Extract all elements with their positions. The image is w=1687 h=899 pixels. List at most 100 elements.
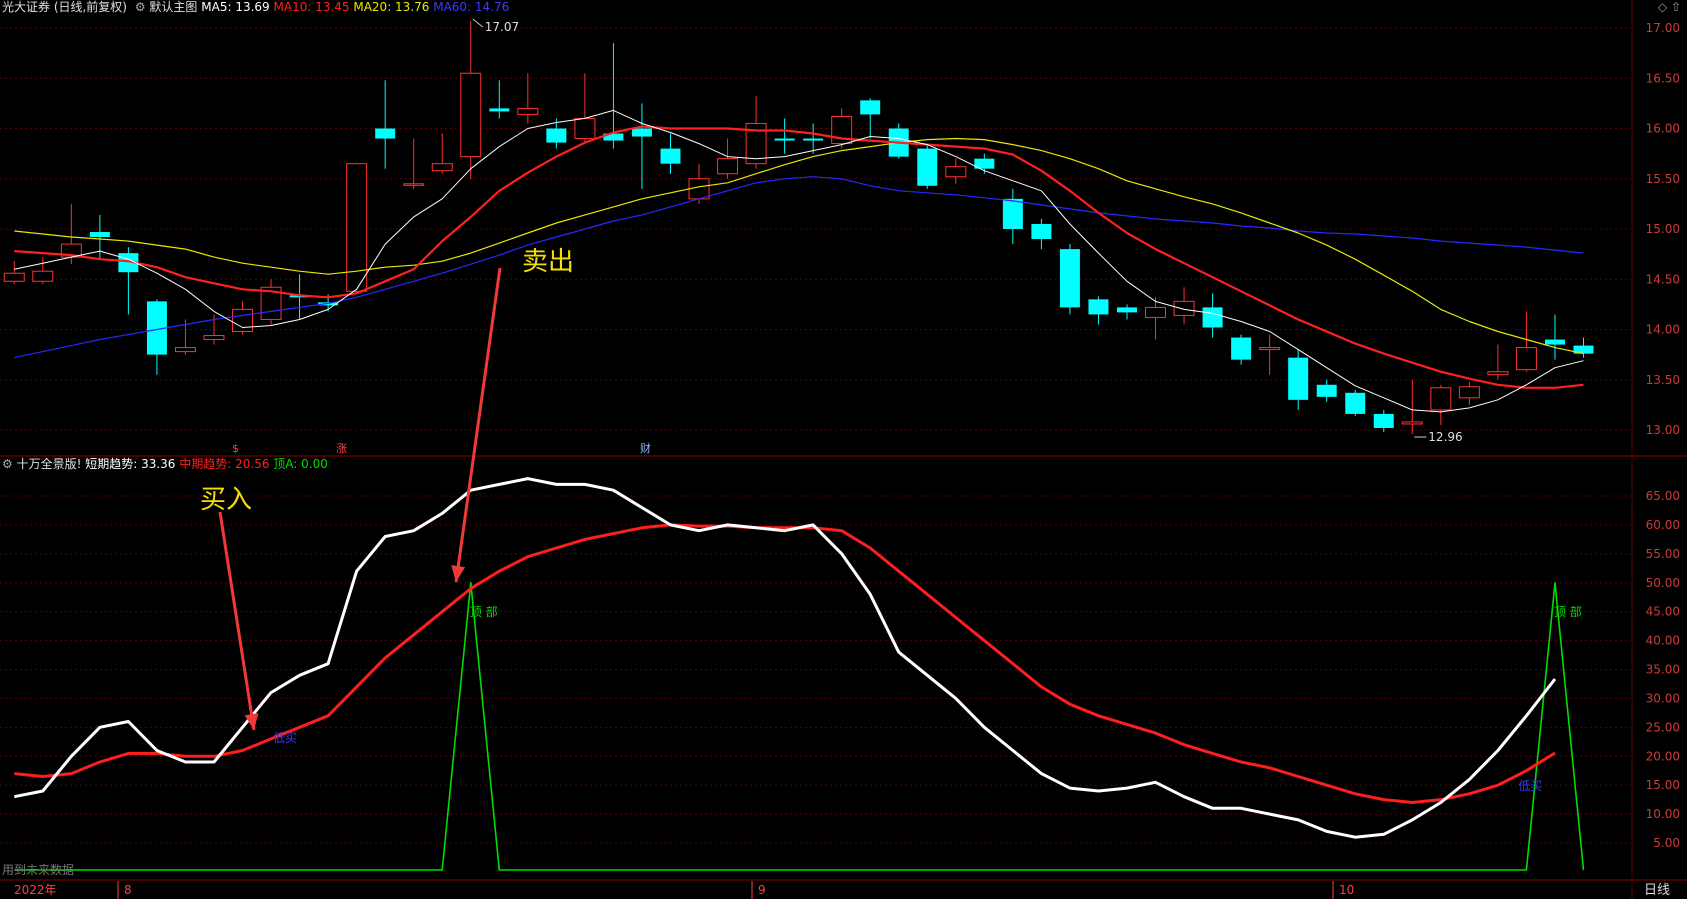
candle-body	[32, 270, 54, 282]
candle	[1002, 188, 1023, 245]
high-pointer	[472, 18, 484, 28]
candle	[232, 301, 254, 335]
candle-body	[1202, 307, 1223, 328]
settings-icon[interactable]: ⚙	[135, 0, 146, 14]
candle	[1487, 344, 1509, 380]
candle-body	[203, 335, 225, 341]
candle	[403, 138, 425, 189]
y-tick-label: 13.50	[1646, 373, 1680, 387]
candle-body	[89, 232, 110, 238]
candle	[1544, 314, 1565, 360]
candle-body	[1231, 337, 1252, 360]
y-tick-label: 13.00	[1646, 423, 1680, 437]
candle	[346, 163, 368, 295]
candle-body	[574, 117, 596, 140]
ma10-line	[14, 125, 1584, 389]
y-tick-label: 14.00	[1646, 323, 1680, 337]
y-tick-label: 45.00	[1646, 605, 1680, 619]
candle	[431, 133, 453, 174]
candle-body	[403, 183, 425, 186]
y-tick-label: 10.00	[1646, 807, 1680, 821]
main-chart-header: 光大证券 (日线,前复权) ⚙ 默认主图 MA5: 13.69 MA10: 13…	[2, 0, 509, 14]
sell-arrow	[454, 267, 502, 583]
candle-body	[774, 138, 795, 141]
date-label: 9	[758, 883, 766, 897]
sub-chart-header: ⚙ 十万全景版! 短期趋势: 33.36 中期趋势: 20.56 顶A: 0.0…	[2, 457, 328, 471]
event-marker: 涨	[336, 442, 347, 455]
ma-label: MA60: 14.76	[429, 0, 510, 14]
stock-chart[interactable]: 17.00 16.50 16.00 15.50 15.00 14.50 14.00 13.50…	[0, 0, 1687, 899]
candle	[717, 138, 739, 179]
candle	[1031, 218, 1052, 250]
candle-body	[174, 347, 196, 353]
ma5-line	[14, 109, 1584, 413]
candle-body	[1031, 223, 1052, 240]
candle	[1259, 334, 1281, 375]
candle-body	[1145, 306, 1167, 318]
sell-arrow-head	[451, 565, 466, 582]
indicator-name[interactable]: 十万全景版!	[17, 457, 82, 471]
candle	[1088, 296, 1109, 325]
candle	[1316, 379, 1337, 402]
candle-body	[1401, 421, 1423, 425]
y-tick-label: 17.00	[1646, 21, 1680, 35]
future-data-note: 用到未来数据	[2, 862, 74, 877]
candle	[1430, 384, 1452, 425]
y-tick-label: 14.50	[1646, 272, 1680, 286]
candle-body	[1544, 339, 1565, 345]
candle	[1573, 337, 1594, 358]
y-tick-label: 60.00	[1646, 518, 1680, 532]
candle-body	[631, 128, 652, 137]
date-label: 10	[1339, 883, 1354, 897]
y-tick-label: 40.00	[1646, 634, 1680, 648]
stock-title[interactable]: 光大证券 (日线,前复权)	[2, 0, 127, 14]
date-label: 8	[124, 883, 132, 897]
candle-body	[546, 128, 567, 143]
main-chart-name[interactable]: 默认主图	[149, 0, 197, 14]
candle-body	[1316, 384, 1337, 397]
candle-body	[431, 163, 453, 172]
candle	[517, 73, 539, 124]
candle	[489, 80, 510, 119]
window-controls: ◇ ⇧	[1658, 0, 1681, 14]
event-marker: $	[232, 442, 239, 455]
ma-label: MA5: 13.69	[201, 0, 270, 14]
candle-body	[3, 272, 25, 282]
sell-callout: 卖出	[522, 247, 574, 277]
candle-body	[1117, 307, 1137, 313]
up-arrow-icon[interactable]: ⇧	[1671, 0, 1681, 14]
low-price-label: 12.96	[1428, 430, 1462, 444]
indicator-label: 中期趋势: 20.56	[175, 457, 270, 471]
candle-body	[945, 166, 967, 178]
diamond-icon[interactable]: ◇	[1658, 0, 1667, 14]
candle	[1059, 244, 1080, 315]
top-marker: 顶 部	[470, 604, 498, 619]
candle-body	[803, 138, 824, 141]
date-label: 2022年	[14, 883, 57, 897]
y-tick-label: 15.00	[1646, 778, 1680, 792]
candle-body	[517, 107, 539, 115]
candle	[860, 98, 881, 139]
candle-body	[1059, 249, 1080, 308]
y-tick-label: 25.00	[1646, 720, 1680, 734]
candle-body	[1458, 386, 1480, 399]
candle	[1117, 304, 1137, 320]
mid-trend-line	[14, 523, 1556, 804]
candle-body	[232, 308, 254, 333]
candle	[1231, 334, 1252, 365]
y-tick-label: 5.00	[1653, 836, 1680, 850]
candle-body	[917, 148, 938, 186]
candle-body	[660, 148, 681, 164]
y-tick-label: 30.00	[1646, 691, 1680, 705]
candle-body	[1259, 347, 1281, 351]
y-tick-label: 55.00	[1646, 547, 1680, 561]
buy-marker: 低买	[273, 731, 297, 745]
settings-icon[interactable]: ⚙	[2, 457, 13, 471]
candle-body	[1430, 387, 1452, 411]
y-tick-label: 15.50	[1646, 172, 1680, 186]
buy-callout: 买入	[200, 485, 252, 515]
ma-label: MA10: 13.45	[269, 0, 350, 14]
candle-body	[1173, 300, 1195, 316]
candle	[146, 299, 167, 375]
y-tick-label: 35.00	[1646, 663, 1680, 677]
